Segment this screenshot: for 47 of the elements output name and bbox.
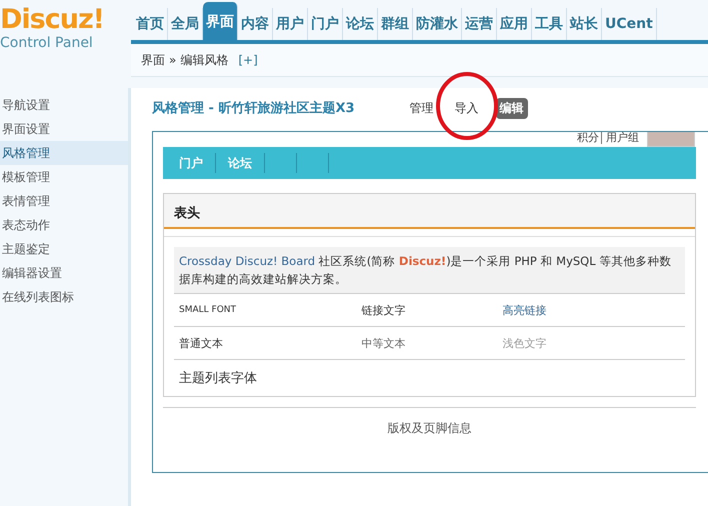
avatar-placeholder [647,132,695,147]
sidebar-item[interactable]: 编辑器设置 [0,261,128,285]
breadcrumb-separator: » [169,53,176,67]
nav-tab[interactable]: 用户 [273,8,308,40]
sidebar-item[interactable]: 风格管理 [0,141,128,165]
sub-tab[interactable]: 编辑 [496,98,528,118]
logo-text: Discuz! [0,4,105,35]
add-shortcut-link[interactable]: [+] [238,53,258,67]
sidebar-item[interactable]: 在线列表图标 [0,285,128,309]
nav-tab[interactable]: 内容 [238,8,273,40]
nav-tab[interactable]: 工具 [532,8,567,40]
nav-tab[interactable]: 论坛 [343,8,378,40]
sidebar-item[interactable]: 界面设置 [0,117,128,141]
nav-tab[interactable]: 界面 [203,2,238,40]
breadcrumb-link[interactable]: 界面 [141,52,165,68]
nav-tab[interactable]: UCent [602,8,657,40]
sample-text: 中等文本 [361,336,406,350]
annotation-circle [435,72,499,140]
sample-text[interactable]: 链接文字 [361,302,503,318]
user-link[interactable]: 用户组 [606,132,639,144]
nav-tab[interactable]: 应用 [497,8,532,40]
footer-text: 版权及页脚信息 [388,421,472,435]
panel-heading: 表头 [164,194,695,229]
sample-text[interactable]: 高亮链接 [502,302,685,318]
sidebar-item[interactable]: 模板管理 [0,165,128,189]
sample-text: 普通文本 [179,336,224,350]
sidebar-item[interactable]: 导航设置 [0,93,128,117]
sub-tab[interactable]: 导入 [450,98,483,118]
user-link[interactable]: 积分 [577,132,602,144]
sidebar-item[interactable]: 表态动作 [0,213,128,237]
nav-tab[interactable]: 运营 [462,8,497,40]
sub-tab[interactable]: 管理 [406,98,438,118]
logo-subtitle: Control Panel [0,35,94,51]
nav-tab[interactable]: 防灌水 [413,8,462,40]
intro-paragraph: Crossday Discuz! Board 社区系统(简称 Discuz!)是一个采用 PHP 和 MySQL 等其他多种数据库构建的高效建站解决方案。 [174,247,685,294]
sidebar-item[interactable]: 表情管理 [0,189,128,213]
nav-tab[interactable]: 站长 [567,8,602,40]
sidebar-item[interactable]: 主题鉴定 [0,237,128,261]
nav-tab[interactable]: 门户 [308,8,343,40]
breadcrumb-current: 编辑风格 [180,52,228,68]
sample-text: 浅色文字 [502,336,548,350]
nav-tab[interactable]: 群组 [378,8,413,40]
nav-tab[interactable]: 首页 [133,8,168,40]
sample-text: 主题列表字体 [179,370,258,387]
sample-text: SMALL FONT [179,305,238,315]
page-title: 风格管理 - 昕竹轩旅游社区主题X3 [152,100,355,117]
intro-link[interactable]: Crossday Discuz! Board [179,254,316,268]
